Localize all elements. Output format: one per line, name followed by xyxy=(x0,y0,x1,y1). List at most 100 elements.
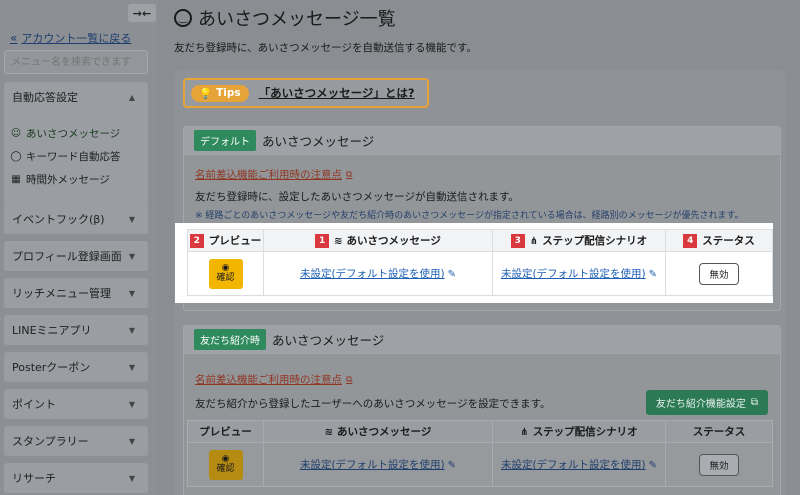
default-greeting-card: デフォルト あいさつメッセージ 名前差込機能ご利用時の注意点 ⧉ 友だち登録時に… xyxy=(175,126,781,311)
status-toggle-button[interactable]: 無効 xyxy=(699,453,739,476)
card-header: 友だち紹介時 あいさつメッセージ xyxy=(184,326,780,354)
sidebar-subitem-label: キーワード自動応答 xyxy=(26,151,121,163)
tips-badge-label: Tips xyxy=(216,87,241,99)
chevron-down-icon: ▼ xyxy=(128,325,136,335)
tips-link[interactable]: 「あいさつメッセージ」とは? xyxy=(259,85,415,101)
sidebar-item-research[interactable]: リサーチ ▼ xyxy=(4,463,148,493)
number-badge: 3 xyxy=(510,234,525,248)
sidebar-item-points[interactable]: ポイント ▼ xyxy=(4,389,148,419)
sidebar-item-label: LINEミニアプリ xyxy=(12,324,92,337)
name-insert-notice-link[interactable]: 名前差込機能ご利用時の注意点 ⧉ xyxy=(195,372,352,387)
chevron-down-icon: ▼ xyxy=(128,436,136,446)
col-preview: 2 プレビュー xyxy=(187,229,264,252)
sidebar: →← « アカウント一覧に戻る 自動応答設定 ▲ ☺ あいさつメッセージ ◯ キ… xyxy=(0,0,158,495)
lightbulb-icon: 💡 xyxy=(199,87,213,100)
friend-referral-settings-button[interactable]: 友だち紹介機能設定 ⧉ xyxy=(645,390,768,415)
pencil-icon[interactable]: ✎ xyxy=(649,269,657,280)
calendar-icon: ▦ xyxy=(11,174,21,185)
tips-badge: 💡 Tips xyxy=(191,84,249,102)
chevron-down-icon: ▼ xyxy=(128,362,136,372)
col-status: 4 ステータス xyxy=(665,229,773,252)
branch-icon: ⋔ xyxy=(520,427,529,438)
message-setting-link[interactable]: 未設定(デフォルト設定を使用) xyxy=(300,268,445,280)
col-status: ステータス xyxy=(665,420,773,443)
back-link-label: アカウント一覧に戻る xyxy=(21,32,132,45)
friend-referral-greeting-card: 友だち紹介時 あいさつメッセージ 名前差込機能ご利用時の注意点 ⧉ 友だち紹介か… xyxy=(183,325,781,495)
main-content: ‿ あいさつメッセージ一覧 友だち登録時に、あいさつメッセージを自動送信する機能… xyxy=(158,0,800,495)
smile-icon: ‿ xyxy=(174,9,192,27)
scenario-setting-link[interactable]: 未設定(デフォルト設定を使用) xyxy=(501,268,646,280)
col-message: 1 ≋ あいさつメッセージ xyxy=(263,229,493,252)
default-badge: デフォルト xyxy=(194,130,256,151)
card-header: デフォルト あいさつメッセージ xyxy=(184,127,780,155)
chevron-down-icon: ▼ xyxy=(128,214,136,224)
sidebar-item-line-mini-app[interactable]: LINEミニアプリ ▼ xyxy=(4,315,148,345)
number-badge: 1 xyxy=(315,234,330,248)
sidebar-item-event-hook[interactable]: イベントフック(β) ▼ xyxy=(4,204,148,234)
external-link-icon: ⧉ xyxy=(346,169,353,180)
pencil-icon[interactable]: ✎ xyxy=(448,460,456,471)
sidebar-subitem-greeting[interactable]: ☺ あいさつメッセージ xyxy=(10,122,121,145)
chevron-down-icon: ▼ xyxy=(128,251,136,261)
chevron-down-icon: ▼ xyxy=(128,473,136,483)
menu-search-input[interactable] xyxy=(4,50,148,74)
tips-box: 💡 Tips 「あいさつメッセージ」とは? xyxy=(183,78,429,108)
sidebar-item-label: プロフィール登録画面 xyxy=(12,250,122,263)
card-description: 友だち登録時に、設定したあいさつメッセージが自動送信されます。 xyxy=(195,191,519,203)
branch-icon: ⋔ xyxy=(529,236,539,247)
message-setting-link[interactable]: 未設定(デフォルト設定を使用) xyxy=(300,459,445,471)
sidebar-subitem-label: 時間外メッセージ xyxy=(26,174,110,186)
preview-confirm-button[interactable]: ◉ 確認 xyxy=(208,258,243,289)
card-description: 友だち紹介から登録したユーザーへのあいさつメッセージを設定できます。 xyxy=(195,398,551,410)
sidebar-subitem-after-hours[interactable]: ▦ 時間外メッセージ xyxy=(10,168,121,191)
table-row: ◉ 確認 未設定(デフォルト設定を使用) ✎ 未設定(デフォルト設定を使用) ✎ 無効 xyxy=(187,251,773,296)
collapse-sidebar-button[interactable]: →← xyxy=(128,4,156,22)
number-badge: 4 xyxy=(683,234,698,248)
number-badge: 2 xyxy=(189,234,204,248)
sidebar-item-profile-form[interactable]: プロフィール登録画面 ▼ xyxy=(4,241,148,271)
col-scenario: ⋔ ステップ配信シナリオ xyxy=(492,420,666,443)
notice-link-label: 名前差込機能ご利用時の注意点 xyxy=(195,374,342,386)
chat-icon: ◯ xyxy=(10,151,22,162)
sidebar-item-label: リッチメニュー管理 xyxy=(12,287,111,300)
chevron-down-icon: ▼ xyxy=(128,399,136,409)
chevron-down-icon: ▼ xyxy=(128,288,136,298)
double-chevron-left-icon: « xyxy=(10,31,18,45)
col-message: ≋ あいさつメッセージ xyxy=(263,420,493,443)
priority-note: ※ 経路ごとのあいさつメッセージや友だち紹介時のあいさつメッセージが指定されてい… xyxy=(195,211,744,221)
pencil-icon[interactable]: ✎ xyxy=(649,460,657,471)
col-scenario: 3 ⋔ ステップ配信シナリオ xyxy=(492,229,666,252)
external-link-icon: ⧉ xyxy=(346,374,353,385)
smile-icon: ☺ xyxy=(10,128,22,139)
scenario-setting-link[interactable]: 未設定(デフォルト設定を使用) xyxy=(501,459,646,471)
layers-icon: ≋ xyxy=(324,427,334,438)
status-toggle-button[interactable]: 無効 xyxy=(699,262,739,285)
sidebar-item-stamp-rally[interactable]: スタンプラリー ▼ xyxy=(4,426,148,456)
table-row: ◉ 確認 未設定(デフォルト設定を使用) ✎ 未設定(デフォルト設定を使用) ✎ 無効 xyxy=(187,442,773,487)
name-insert-notice-link[interactable]: 名前差込機能ご利用時の注意点 ⧉ xyxy=(195,167,352,182)
sidebar-item-poster-coupon[interactable]: Posterクーポン ▼ xyxy=(4,352,148,382)
preview-confirm-button[interactable]: ◉ 確認 xyxy=(208,449,243,480)
sidebar-item-label: イベントフック(β) xyxy=(12,213,105,226)
page-title-text: あいさつメッセージ一覧 xyxy=(198,9,396,30)
card-title: あいさつメッセージ xyxy=(272,333,385,348)
pencil-icon[interactable]: ✎ xyxy=(448,269,456,280)
page-title: ‿ あいさつメッセージ一覧 xyxy=(174,5,396,31)
friend-referral-greeting-table: プレビュー ≋ あいさつメッセージ ⋔ ステップ配信シナリオ ステータス ◉ 確認 未… xyxy=(187,420,773,487)
sidebar-item-label: ポイント xyxy=(12,398,56,411)
auto-reply-submenu: ☺ あいさつメッセージ ◯ キーワード自動応答 ▦ 時間外メッセージ xyxy=(10,122,121,191)
sidebar-item-label: Posterクーポン xyxy=(12,361,91,374)
default-greeting-table: 2 プレビュー 1 ≋ あいさつメッセージ 3 ⋔ ステップ配信シナリオ 4 ステータス ◉… xyxy=(187,229,773,296)
collapse-arrows-icon: →← xyxy=(132,6,152,20)
sidebar-subitem-keyword[interactable]: ◯ キーワード自動応答 xyxy=(10,145,121,168)
sidebar-item-auto-reply[interactable]: 自動応答設定 ▲ xyxy=(4,82,148,112)
sidebar-item-rich-menu[interactable]: リッチメニュー管理 ▼ xyxy=(4,278,148,308)
notice-link-label: 名前差込機能ご利用時の注意点 xyxy=(195,169,342,181)
sidebar-subitem-label: あいさつメッセージ xyxy=(26,128,121,140)
sidebar-item-label: リサーチ xyxy=(12,472,56,485)
card-title: あいさつメッセージ xyxy=(262,134,375,149)
external-link-icon: ⧉ xyxy=(750,397,758,408)
sidebar-item-label: 自動応答設定 xyxy=(12,91,78,104)
sidebar-item-label: スタンプラリー xyxy=(12,435,89,448)
back-to-accounts-link[interactable]: « アカウント一覧に戻る xyxy=(10,30,131,46)
